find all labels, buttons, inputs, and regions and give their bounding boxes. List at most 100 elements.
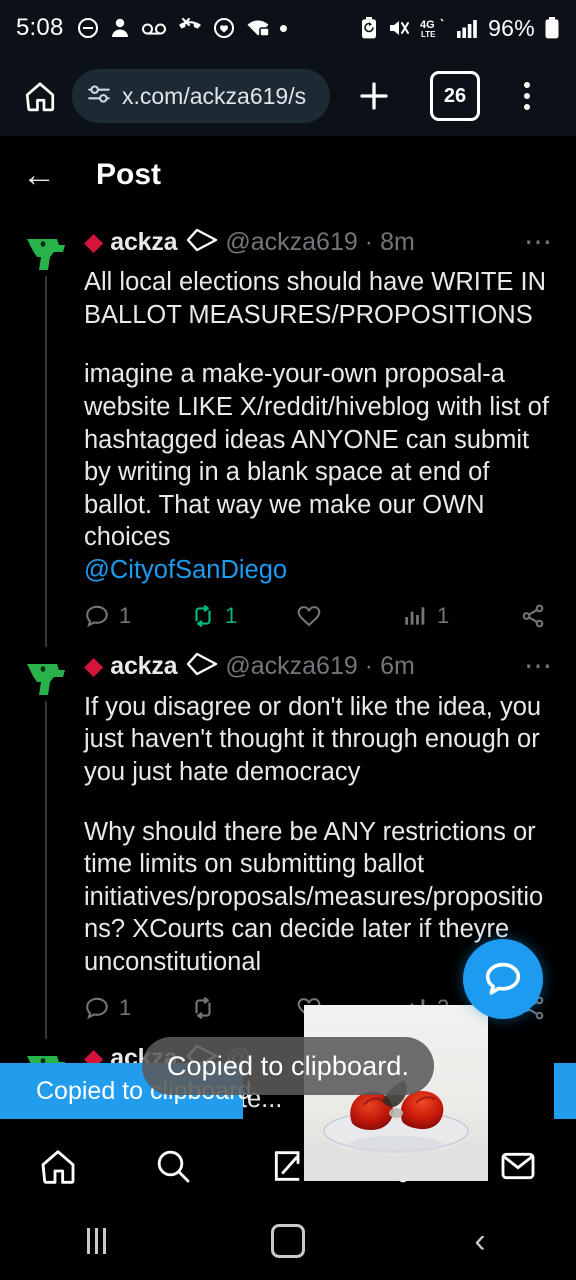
do-not-disturb-icon [76, 16, 100, 40]
reply-count: 1 [119, 602, 132, 628]
post-paragraph: imagine a make-your-own proposal-a websi… [84, 358, 554, 586]
mute-icon [387, 16, 411, 40]
url-bar[interactable]: x.com/ackza619/s [72, 69, 330, 123]
browser-toolbar: x.com/ackza619/s 26 [0, 56, 576, 136]
red-diamond-icon: ◆ [84, 652, 104, 681]
views-count: 1 [437, 602, 450, 628]
home-square-icon [271, 1224, 305, 1258]
post-paragraph: All local elections should have WRITE IN… [84, 268, 547, 329]
views-action[interactable]: 1 [402, 603, 508, 629]
display-name[interactable]: ackza [110, 228, 177, 257]
repost-action[interactable] [190, 995, 296, 1021]
4g-lte-icon: 4G LTE [420, 16, 446, 40]
post-header: ◆ ackza @ackza619 · 6m ⋯ [84, 647, 554, 687]
signal-bars-icon [455, 16, 479, 40]
missed-call-icon [177, 16, 203, 40]
new-tab-button[interactable] [344, 68, 404, 124]
white-kite-icon [184, 652, 218, 681]
more-options-icon[interactable]: ⋯ [518, 227, 554, 255]
mention-link[interactable]: @CityofSanDiego [84, 556, 287, 584]
kebab-dot [524, 93, 530, 99]
nav-item-search[interactable] [115, 1130, 230, 1202]
post-paragraph-text: imagine a make-your-own proposal-a websi… [84, 360, 549, 552]
views-bars-icon [405, 606, 425, 625]
share-action[interactable] [520, 603, 546, 629]
dot-icon [279, 24, 287, 32]
reply-icon [86, 605, 108, 627]
status-bar-right: 4G LTE 96% [360, 15, 560, 42]
grok-icon [274, 1151, 300, 1181]
reply-action[interactable]: 1 [84, 603, 190, 629]
timestamp: 6m [380, 652, 415, 681]
repost-icon [195, 996, 211, 1019]
repost-count: 1 [225, 602, 238, 628]
status-bar-left: 5:08 [16, 14, 287, 42]
share-icon [522, 604, 544, 628]
reply-action[interactable]: 1 [84, 995, 190, 1021]
system-back-button[interactable]: ‹ [384, 1224, 576, 1258]
reply-icon [86, 997, 108, 1019]
page-title: Post [96, 158, 162, 191]
display-name[interactable]: ackza [110, 652, 177, 681]
green-pistol-emoji-avatar [27, 239, 65, 270]
search-icon [157, 1150, 190, 1183]
clipboard-toast: Copied to clipboard. [142, 1037, 434, 1095]
thread-connector-line [45, 276, 47, 653]
avatar[interactable] [20, 646, 72, 699]
battery-icon [544, 16, 560, 40]
avatar-column [20, 222, 84, 653]
tab-count-label: 26 [443, 84, 467, 107]
phone-screen: 5:08 4G LTE 96% x.com/ackza619/s 26 ← Po… [0, 0, 576, 1280]
app-bottom-nav [0, 1130, 576, 1202]
like-heart-icon [297, 605, 321, 627]
avatar-column [20, 646, 84, 1045]
dot-separator: · [364, 652, 374, 681]
back-button[interactable]: ← [22, 158, 56, 192]
post-actions: 1 1 1 [84, 603, 554, 629]
post-header: ◆ ackza @ackza619 · 8m ⋯ [84, 222, 554, 262]
user-handle[interactable]: @ackza619 [225, 652, 357, 681]
post-body: ◆ ackza @ackza619 · 8m ⋯ All local elect… [84, 222, 556, 639]
svg-text:LTE: LTE [421, 30, 436, 39]
system-home-button[interactable] [192, 1224, 384, 1258]
wifi-icon [245, 16, 271, 40]
app-header: ← Post [0, 136, 576, 214]
tab-switcher-button[interactable]: 26 [430, 71, 480, 121]
status-bar-clock: 5:08 [16, 14, 64, 41]
chat-bubble-icon [485, 962, 521, 995]
url-text: x.com/ackza619/s [122, 82, 307, 109]
nav-item-home[interactable] [0, 1130, 115, 1202]
battery-saver-icon [360, 16, 378, 40]
battery-percent-label: 96% [488, 14, 535, 41]
browser-home-button[interactable] [14, 70, 66, 122]
red-diamond-icon: ◆ [84, 227, 104, 256]
heart-clock-icon [212, 16, 236, 40]
system-recents-button[interactable] [0, 1228, 192, 1254]
voicemail-icon [140, 16, 168, 40]
clipboard-snackbar-right-edge [554, 1063, 576, 1119]
android-system-nav: ‹ [0, 1202, 576, 1280]
thread-connector-line [45, 700, 47, 1045]
user-handle[interactable]: @ackza619 [225, 228, 357, 257]
home-icon [25, 82, 55, 112]
like-action[interactable] [296, 603, 402, 629]
browser-menu-button[interactable] [502, 68, 552, 124]
tune-icon [86, 81, 112, 112]
contact-icon [109, 16, 131, 40]
mail-icon [501, 1152, 535, 1180]
back-chevron-icon: ‹ [474, 1222, 486, 1260]
home-icon [41, 1150, 75, 1184]
repost-action[interactable]: 1 [190, 603, 296, 629]
post-text: All local elections should have WRITE IN… [84, 266, 554, 587]
avatar[interactable] [20, 222, 72, 274]
post-text: If you disagree or don't like the idea, … [84, 691, 554, 979]
reply-count: 1 [119, 994, 132, 1020]
post-item[interactable]: ◆ ackza @ackza619 · 8m ⋯ All local elect… [0, 214, 576, 653]
plus-icon [360, 82, 388, 110]
repost-icon [195, 604, 211, 627]
chat-fab-button[interactable] [463, 939, 543, 1019]
more-options-icon[interactable]: ⋯ [518, 652, 554, 680]
white-kite-icon [184, 228, 218, 257]
timestamp: 8m [380, 227, 415, 256]
green-pistol-emoji-avatar [27, 663, 65, 695]
